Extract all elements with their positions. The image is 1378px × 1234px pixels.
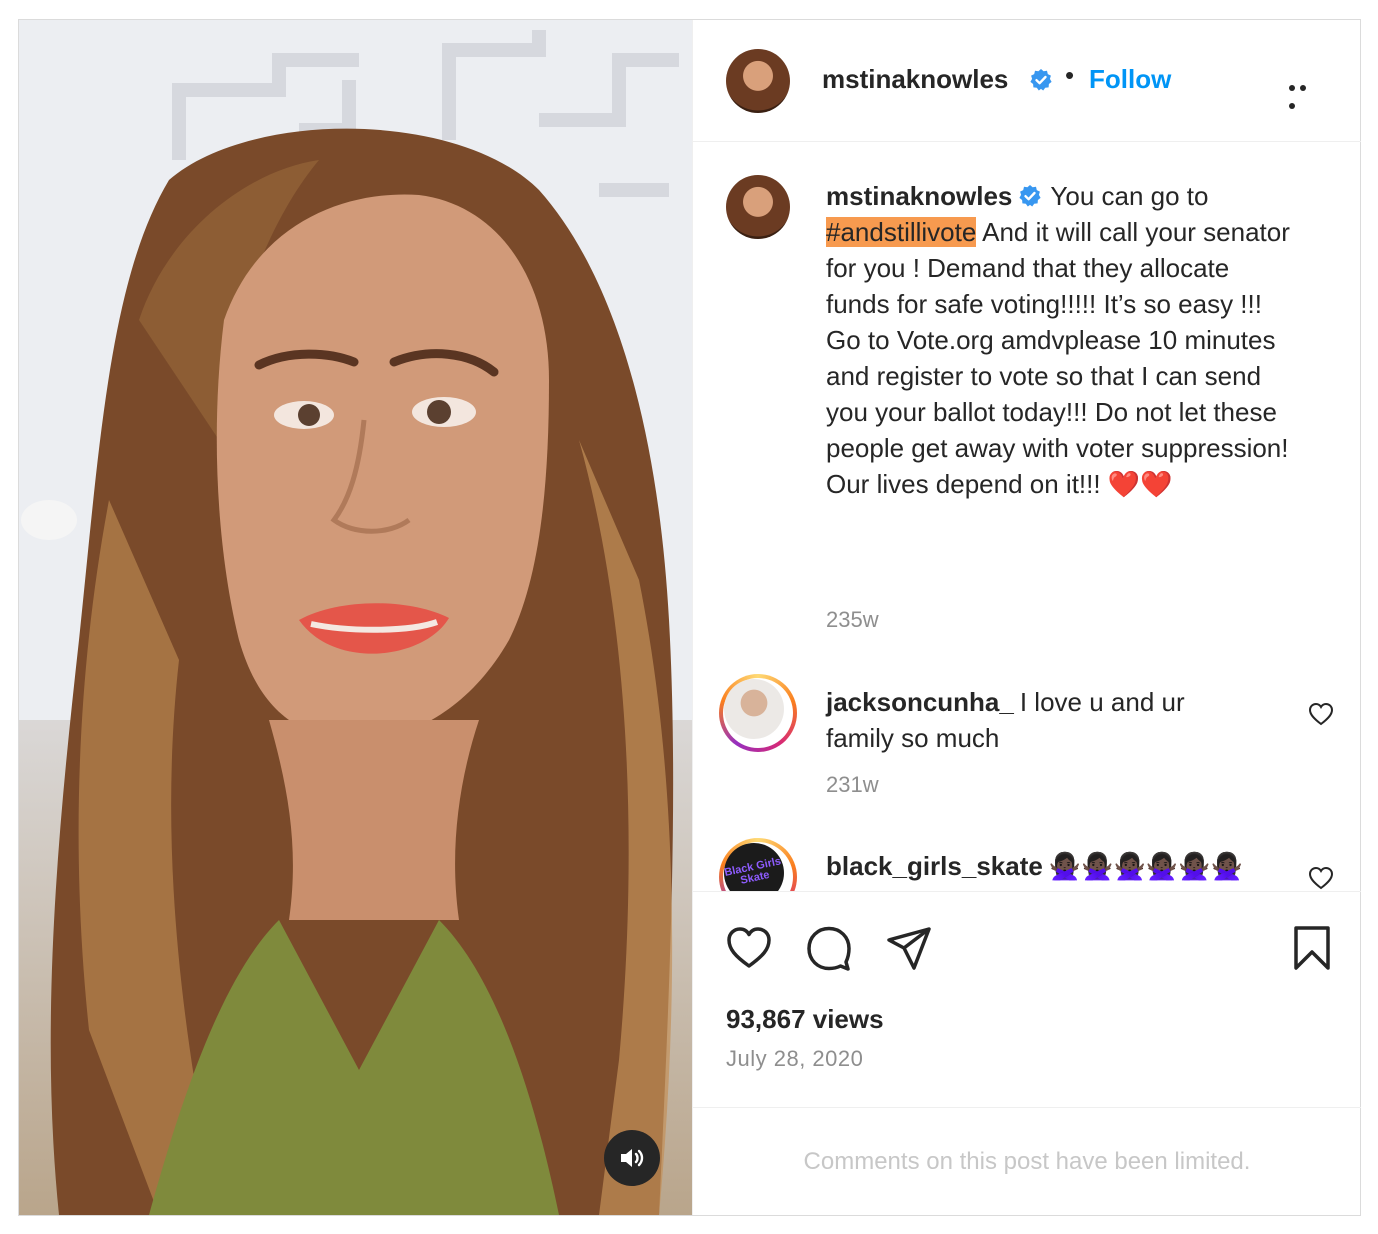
caption-username[interactable]: mstinaknowles xyxy=(826,181,1012,211)
author-avatar[interactable] xyxy=(726,49,790,113)
like-comment-heart-icon[interactable] xyxy=(1308,702,1334,726)
post-details-panel: mstinaknowles • Follow mstinaknowles You… xyxy=(692,20,1361,1215)
comment-item: jacksoncunha_ I love u and ur family so m… xyxy=(826,684,1246,756)
post-video[interactable] xyxy=(19,20,692,1215)
comment-username[interactable]: black_girls_skate xyxy=(826,851,1043,881)
post-date[interactable]: July 28, 2020 xyxy=(726,1046,863,1072)
verified-badge-icon xyxy=(1030,69,1052,91)
like-comment-heart-icon[interactable] xyxy=(1308,866,1334,890)
caption-timestamp[interactable]: 235w xyxy=(826,607,879,633)
commenter-avatar[interactable]: Black Girls Skate xyxy=(719,838,797,892)
comment-text: 🙅🏿‍♀️🙅🏿‍♀️🙅🏿‍♀️🙅🏿‍♀️🙅🏿‍♀️🙅🏿‍♀️ xyxy=(1048,851,1244,881)
commenter-avatar[interactable] xyxy=(719,674,797,752)
speaker-icon xyxy=(621,1149,644,1167)
follow-button[interactable]: Follow xyxy=(1089,64,1171,95)
sound-toggle-button[interactable] xyxy=(604,1130,660,1186)
instagram-post: mstinaknowles • Follow mstinaknowles You… xyxy=(18,19,1361,1216)
more-options-icon[interactable] xyxy=(1289,78,1321,109)
black-girls-skate-logo: Black Girls Skate xyxy=(724,855,783,887)
save-bookmark-icon[interactable] xyxy=(1288,924,1336,972)
comment-item: black_girls_skate 🙅🏿‍♀️🙅🏿‍♀️🙅🏿‍♀️🙅🏿‍♀️🙅🏿‍… xyxy=(826,848,1246,884)
view-count[interactable]: 93,867 views xyxy=(726,1004,884,1035)
post-actions: 93,867 views July 28, 2020 xyxy=(693,891,1361,1108)
comment-username[interactable]: jacksoncunha_ xyxy=(826,687,1014,717)
comment-timestamp[interactable]: 231w xyxy=(826,772,879,798)
author-username[interactable]: mstinaknowles xyxy=(822,64,1008,95)
comment-bubble-icon[interactable] xyxy=(805,924,853,972)
comments-list[interactable]: mstinaknowles You can go to #andstillivo… xyxy=(693,142,1361,892)
caption-text-before: You can go to xyxy=(1050,181,1209,211)
post-caption: mstinaknowles You can go to #andstillivo… xyxy=(826,178,1296,502)
post-header: mstinaknowles • Follow xyxy=(693,20,1361,142)
hashtag-link[interactable]: #andstillivote xyxy=(826,217,977,247)
caption-author-avatar[interactable] xyxy=(726,175,790,239)
caption-text-line2: Go to Vote.org amdvplease 10 minutes and… xyxy=(826,325,1289,499)
verified-badge-icon xyxy=(1019,185,1042,207)
video-frame xyxy=(19,20,692,1215)
like-heart-icon[interactable] xyxy=(725,924,773,972)
separator-dot: • xyxy=(1065,60,1075,90)
comments-limited-notice: Comments on this post have been limited. xyxy=(693,1107,1361,1216)
share-paper-plane-icon[interactable] xyxy=(885,924,933,972)
